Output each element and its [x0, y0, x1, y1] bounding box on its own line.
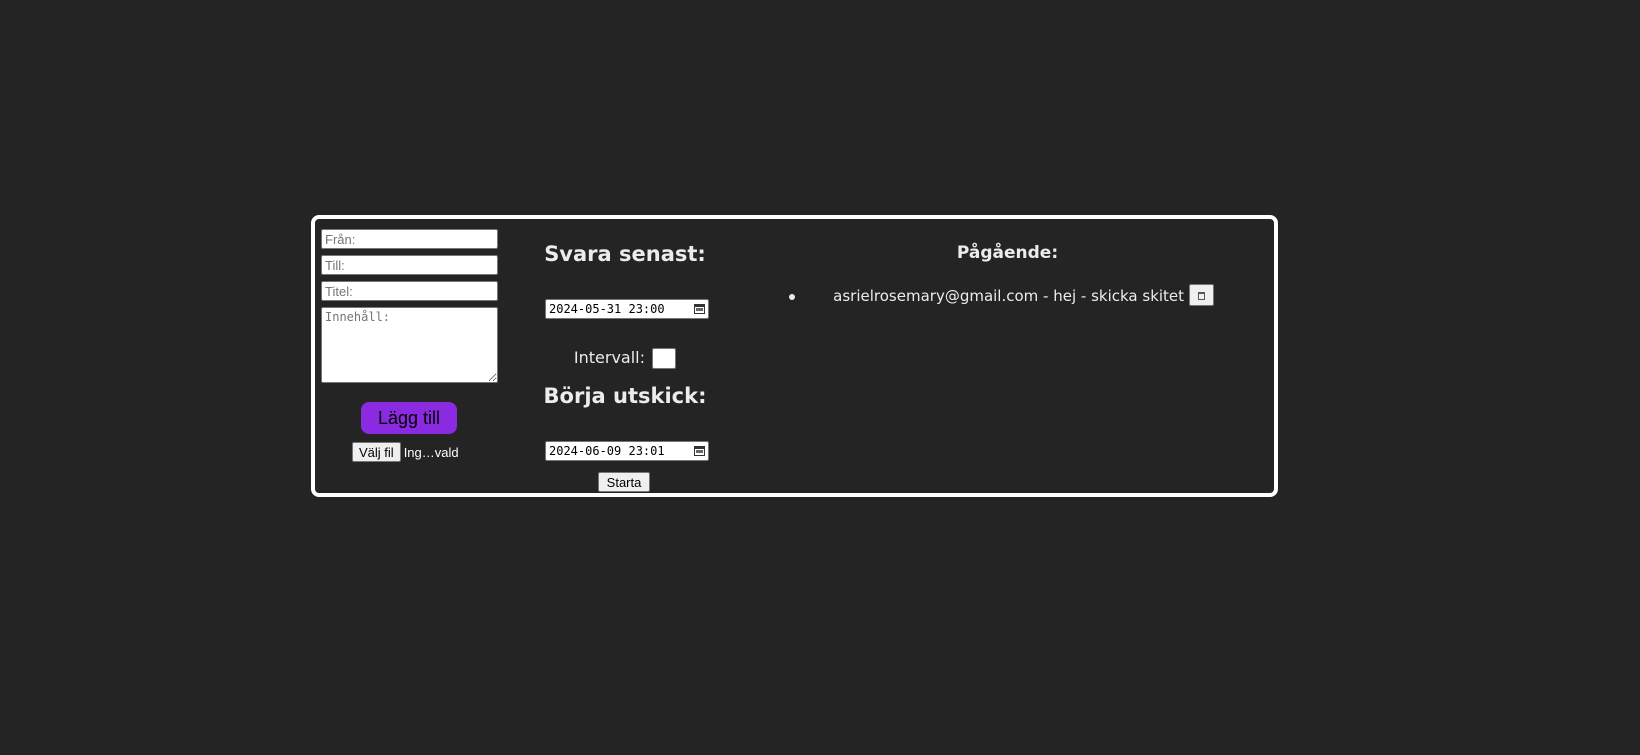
start-sending-value: 2024-06-09 23:01 [549, 444, 665, 458]
start-sending-datetime-input[interactable]: 2024-06-09 23:01 [545, 441, 709, 461]
reply-deadline-value: 2024-05-31 23:00 [549, 302, 665, 316]
list-item: asrielrosemary@gmail.com - hej - skicka … [755, 283, 1260, 309]
file-picker: Välj fil Ing…vald [352, 442, 459, 462]
title-input[interactable] [321, 281, 498, 301]
reply-deadline-heading: Svara senast: [544, 242, 706, 266]
start-sending-heading: Börja utskick: [543, 384, 707, 408]
compose-form: Lägg till Välj filIng…vald [321, 229, 499, 462]
content-textarea[interactable] [321, 307, 498, 383]
ongoing-title: Pågående: [956, 243, 1059, 263]
ongoing-list: asrielrosemary@gmail.com - hej - skicka … [755, 283, 1260, 309]
interval-input[interactable] [652, 348, 677, 369]
file-status-text: Ing…vald [403, 444, 459, 460]
bullet-icon [789, 294, 795, 300]
add-button[interactable]: Lägg till [361, 402, 457, 434]
trash-icon [1197, 292, 1205, 301]
calendar-icon[interactable] [694, 304, 705, 314]
main-panel: Lägg till Välj filIng…vald Svara senast:… [311, 215, 1278, 497]
from-input[interactable] [321, 229, 498, 249]
interval-row: Intervall: [535, 348, 715, 369]
start-button[interactable]: Starta [598, 472, 650, 492]
reply-deadline-datetime-input[interactable]: 2024-05-31 23:00 [545, 299, 709, 319]
choose-file-button[interactable]: Välj fil [352, 442, 401, 462]
calendar-icon[interactable] [694, 446, 705, 456]
delete-button[interactable] [1188, 284, 1214, 306]
list-item-text: asrielrosemary@gmail.com - hej - skicka … [833, 287, 1185, 305]
interval-label: Intervall: [573, 348, 645, 367]
to-input[interactable] [321, 255, 498, 275]
